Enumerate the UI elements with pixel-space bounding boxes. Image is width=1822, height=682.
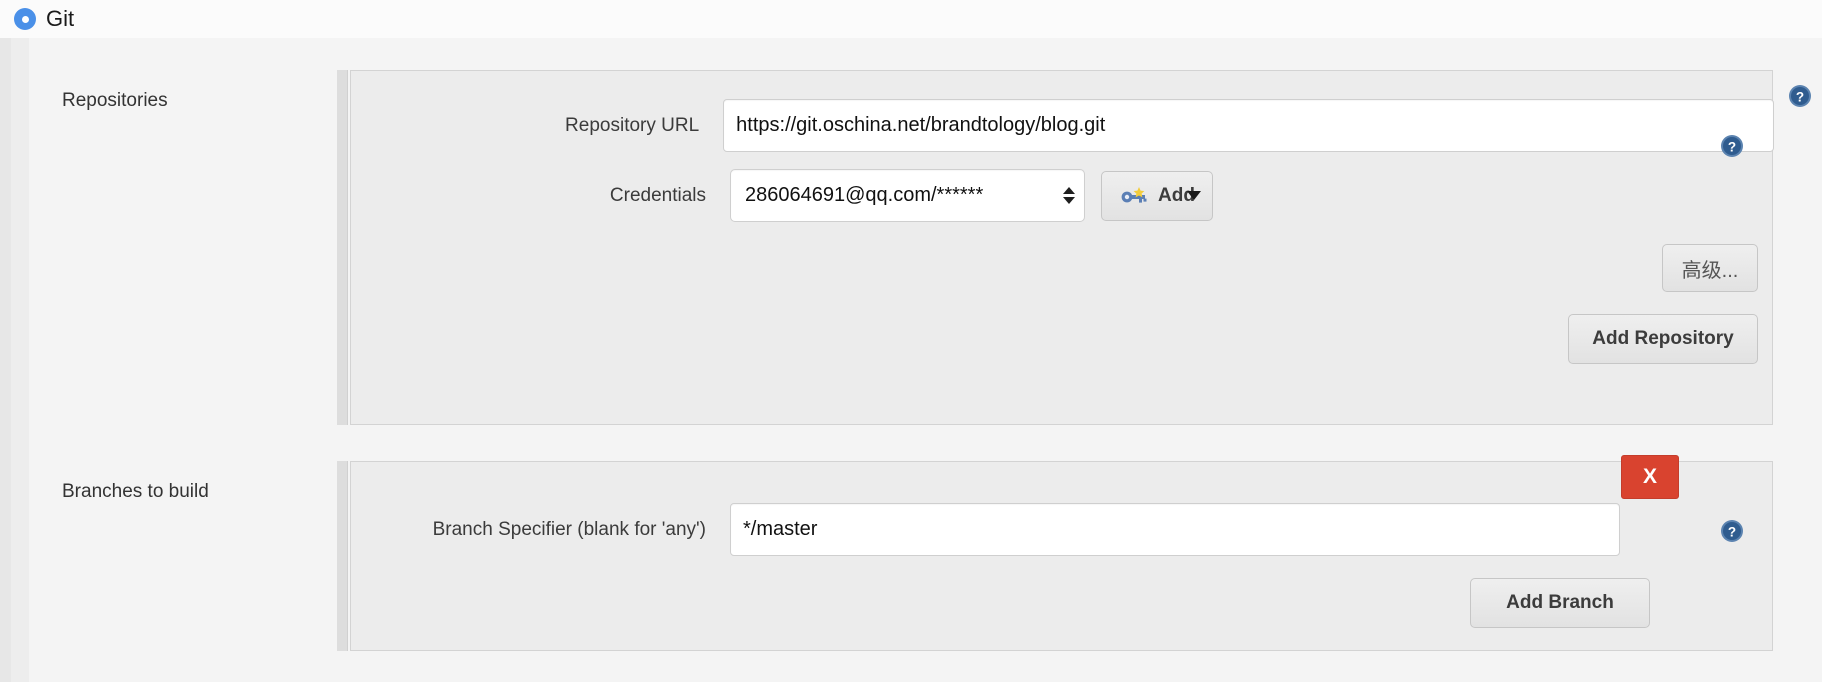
delete-branch-button[interactable]: X	[1621, 455, 1679, 499]
repository-url-row: Repository URL	[351, 99, 1774, 152]
svg-text:?: ?	[1728, 524, 1736, 539]
branch-specifier-input[interactable]	[730, 503, 1620, 556]
branches-panel-bar	[337, 461, 348, 651]
chevron-updown-icon[interactable]	[1063, 187, 1075, 204]
branch-specifier-row: Branch Specifier (blank for 'any')	[351, 503, 1774, 556]
scm-header: Git	[0, 0, 1822, 38]
scm-radio-git[interactable]: Git	[14, 0, 74, 38]
left-edge-strip	[0, 38, 11, 682]
svg-text:?: ?	[1796, 89, 1804, 104]
add-branch-label: Add Branch	[1506, 592, 1614, 613]
credentials-select[interactable]: 286064691@qq.com/******	[730, 169, 1085, 222]
radio-selected-icon[interactable]	[14, 8, 36, 30]
add-repository-button[interactable]: Add Repository	[1568, 314, 1758, 364]
branch-specifier-help-icon[interactable]: ?	[1720, 519, 1744, 543]
advanced-button[interactable]: 高级...	[1662, 244, 1758, 292]
scm-radio-label: Git	[46, 6, 75, 31]
add-branch-button[interactable]: Add Branch	[1470, 578, 1650, 628]
repository-url-label: Repository URL	[565, 114, 700, 136]
add-repository-label: Add Repository	[1592, 328, 1734, 349]
left-edge-strip-inner	[11, 38, 29, 682]
add-credentials-button[interactable]: Add	[1101, 170, 1213, 221]
caret-down-icon[interactable]	[1187, 191, 1201, 200]
key-icon	[1121, 186, 1147, 203]
repository-url-help-icon[interactable]: ?	[1720, 134, 1744, 158]
delete-x-icon: X	[1642, 465, 1657, 488]
svg-text:?: ?	[1728, 139, 1736, 154]
credentials-label: Credentials	[609, 184, 706, 206]
credentials-row: Credentials 286064691@qq.com/****** Add	[351, 169, 1774, 222]
radio-dot	[21, 15, 29, 23]
credentials-select-value: 286064691@qq.com/******	[745, 184, 984, 206]
repositories-panel: Repository URL Credentials 286064691@qq.…	[350, 70, 1774, 425]
section-title-branches: Branches to build	[62, 481, 209, 502]
branches-panel: Branch Specifier (blank for 'any') Add B…	[350, 461, 1773, 651]
repository-url-input[interactable]	[723, 99, 1774, 152]
section-help-icon[interactable]: ?	[1788, 84, 1812, 108]
branch-specifier-label: Branch Specifier (blank for 'any')	[432, 518, 706, 540]
advanced-button-label: 高级...	[1681, 259, 1739, 282]
section-title-repositories: Repositories	[62, 90, 168, 111]
repositories-panel-bar	[337, 70, 348, 425]
